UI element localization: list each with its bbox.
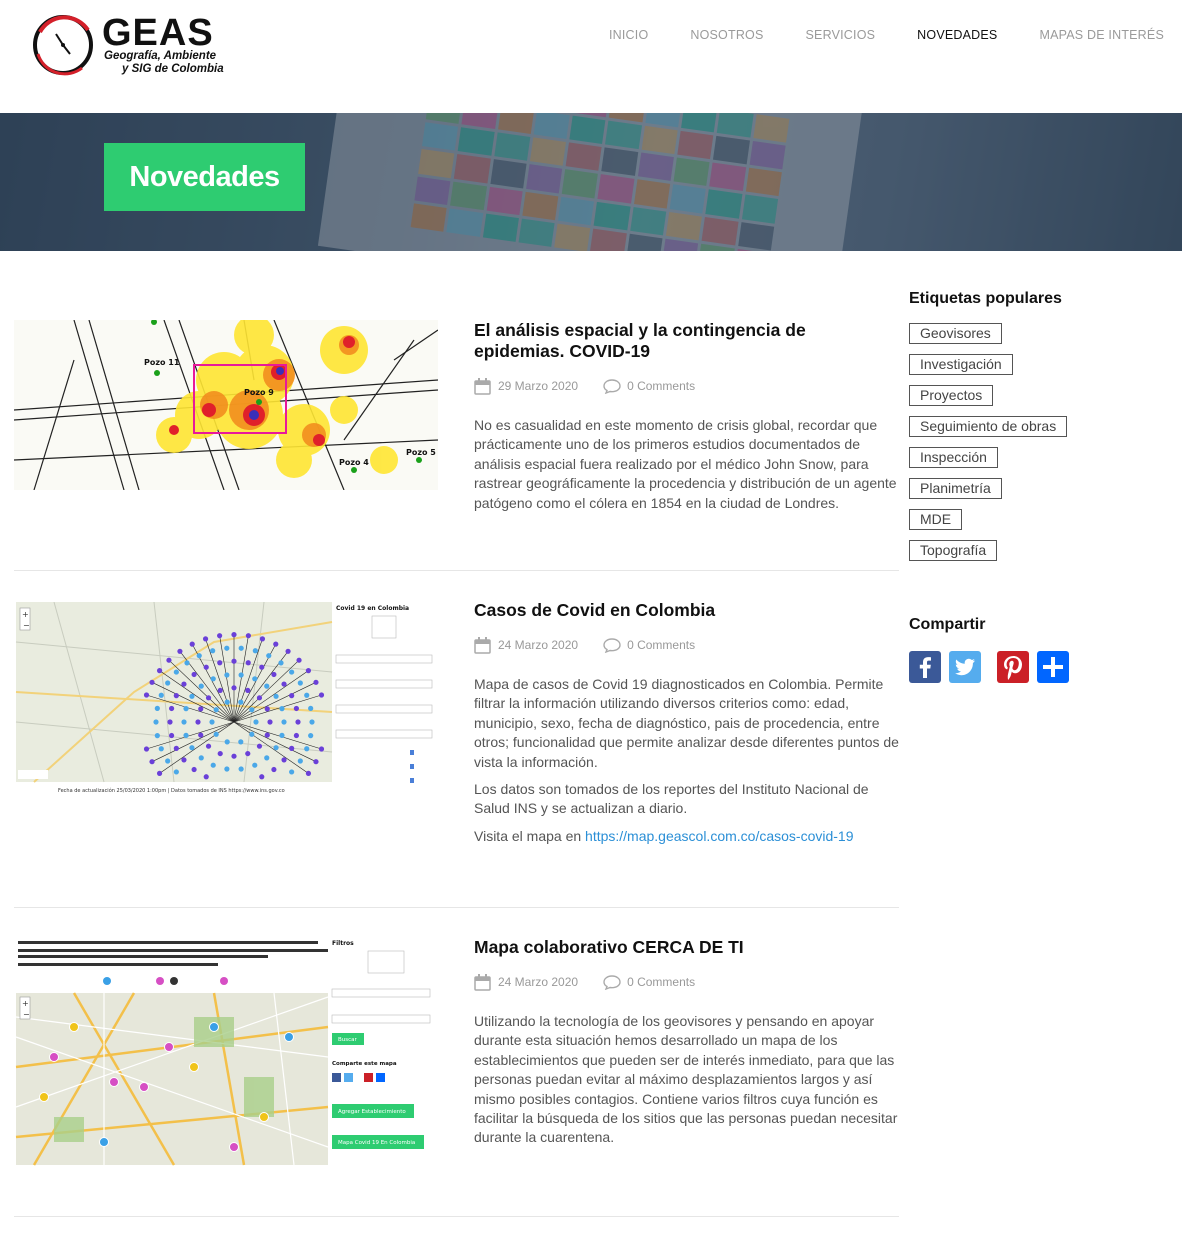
post-paragraph: Los datos son tomados de los reportes de… [474, 781, 869, 817]
covid-colombia-map: + − Covid 19 en Colombia Fecha de actual… [15, 602, 438, 796]
share-plus-icon[interactable] [1037, 651, 1069, 683]
svg-text:−: − [23, 1010, 30, 1019]
share-buttons [909, 651, 1169, 683]
post-date: 24 Marzo 2020 [498, 975, 579, 989]
map-covid-button: Mapa Covid 19 En Colombia [338, 1140, 415, 1146]
post-card: Pozo 11 Pozo 9 Pozo 4 Pozo 5 El análisis… [14, 320, 899, 540]
tag-topografia[interactable]: Topografía [909, 540, 998, 561]
tag-mde[interactable]: MDE [909, 509, 963, 530]
post-thumbnail[interactable]: + − Covid 19 en Colombia Fecha de actual… [14, 602, 438, 796]
logo-wordmark: GEAS [102, 12, 214, 54]
nav-item-servicios[interactable]: SERVICIOS [806, 28, 876, 42]
comment-bubble-icon [603, 637, 621, 653]
share-title: Compartir [909, 616, 986, 633]
nav-item-mapas-de-interes[interactable]: MAPAS DE INTERÉS [1039, 28, 1164, 42]
logo-globe-icon [33, 15, 93, 76]
tag-inspeccion[interactable]: Inspección [909, 447, 998, 468]
post-excerpt: No es casualidad en este momento de cris… [474, 417, 897, 511]
comment-bubble-icon [603, 974, 621, 990]
geas-logo[interactable]: GEAS Geografía, Ambiente y SIG de Colomb… [30, 10, 250, 80]
map-search-button: Buscar [338, 1037, 358, 1043]
svg-text:−: − [23, 621, 30, 630]
twitter-icon[interactable] [949, 651, 981, 683]
calendar-icon [474, 377, 491, 395]
svg-text:+: + [22, 999, 29, 1008]
post-card: + − Filtros Buscar Comparte este mapa Ag… [14, 937, 899, 1197]
post-divider [14, 907, 899, 908]
comment-bubble-icon [603, 378, 621, 394]
post-content: Casos de Covid en Colombia 24 Marzo 2020… [474, 600, 899, 846]
post-comments-link[interactable]: 0 Comments [627, 975, 695, 989]
post-meta: 24 Marzo 2020 0 Comments [474, 635, 899, 655]
nav-item-inicio[interactable]: INICIO [609, 28, 648, 42]
page-banner: Novedades [0, 113, 1182, 251]
well-label: Pozo 11 [144, 358, 180, 367]
cerca-de-ti-map: + − Filtros Buscar Comparte este mapa Ag… [14, 937, 438, 1166]
svg-text:+: + [22, 610, 29, 619]
map-panel-title: Filtros [332, 940, 354, 947]
post-comments-link[interactable]: 0 Comments [627, 638, 695, 652]
page-title: Novedades [104, 143, 305, 211]
post-meta: 29 Marzo 2020 0 Comments [474, 376, 899, 396]
snow-cholera-map: Pozo 11 Pozo 9 Pozo 4 Pozo 5 [14, 320, 438, 490]
map-footer: Fecha de actualización 25/03/2020 1:00pm… [58, 787, 285, 794]
well-label: Pozo 4 [339, 458, 369, 467]
logo-tagline-1: Geografía, Ambiente [104, 50, 217, 62]
nav-item-novedades[interactable]: NOVEDADES [917, 28, 997, 42]
post-link-prefix: Visita el mapa en [474, 827, 586, 844]
map-share-label: Comparte este mapa [332, 1061, 397, 1067]
tag-proyectos[interactable]: Proyectos [909, 385, 994, 406]
tag-seguimiento-de-obras[interactable]: Seguimiento de obras [909, 416, 1068, 437]
tag-geovisores[interactable]: Geovisores [909, 323, 1002, 344]
well-label: Pozo 5 [406, 448, 436, 457]
site-header: GEAS Geografía, Ambiente y SIG de Colomb… [0, 0, 1182, 113]
post-title[interactable]: El análisis espacial y la contingencia d… [474, 320, 899, 362]
well-label: Pozo 9 [244, 388, 274, 397]
calendar-icon [474, 636, 491, 654]
tag-investigacion[interactable]: Investigación [909, 354, 1013, 375]
post-thumbnail[interactable]: + − Filtros Buscar Comparte este mapa Ag… [14, 937, 438, 1166]
calendar-icon [474, 973, 491, 991]
post-title[interactable]: Casos de Covid en Colombia [474, 600, 899, 621]
post-link-paragraph: Visita el mapa en https://map.geascol.co… [474, 827, 899, 846]
post-content: Mapa colaborativo CERCA DE TI 24 Marzo 2… [474, 937, 899, 1148]
pinterest-icon[interactable] [997, 651, 1029, 683]
post-date: 29 Marzo 2020 [498, 379, 579, 393]
post-thumbnail[interactable]: Pozo 11 Pozo 9 Pozo 4 Pozo 5 [14, 320, 438, 490]
sidebar: Etiquetas populares Geovisores Investiga… [909, 290, 1169, 683]
post-meta: 24 Marzo 2020 0 Comments [474, 972, 899, 992]
post-excerpt: Utilizando la tecnología de los geovisor… [474, 1013, 898, 1146]
post-date: 24 Marzo 2020 [498, 638, 579, 652]
covid-map-link[interactable]: https://map.geascol.com.co/casos-covid-1… [585, 828, 853, 844]
facebook-icon[interactable] [909, 651, 941, 683]
map-add-button: Agregar Establecimiento [338, 1109, 406, 1115]
tag-planimetria[interactable]: Planimetría [909, 478, 1002, 499]
post-excerpt: Mapa de casos de Covid 19 diagnosticados… [474, 676, 899, 770]
post-content: El análisis espacial y la contingencia d… [474, 320, 899, 513]
post-divider [14, 570, 899, 571]
post-divider [14, 1216, 899, 1217]
tags-title: Etiquetas populares [909, 290, 1062, 307]
logo-tagline-2: y SIG de Colombia [122, 63, 224, 75]
post-card: + − Covid 19 en Colombia Fecha de actual… [14, 600, 899, 870]
nav-item-nosotros[interactable]: NOSOTROS [690, 28, 763, 42]
post-comments-link[interactable]: 0 Comments [627, 379, 695, 393]
post-title[interactable]: Mapa colaborativo CERCA DE TI [474, 937, 899, 958]
map-panel-title: Covid 19 en Colombia [336, 605, 409, 612]
main-nav: INICIO NOSOTROS SERVICIOS NOVEDADES MAPA… [567, 28, 1164, 42]
tag-list: Geovisores Investigación Proyectos Segui… [909, 323, 1169, 571]
